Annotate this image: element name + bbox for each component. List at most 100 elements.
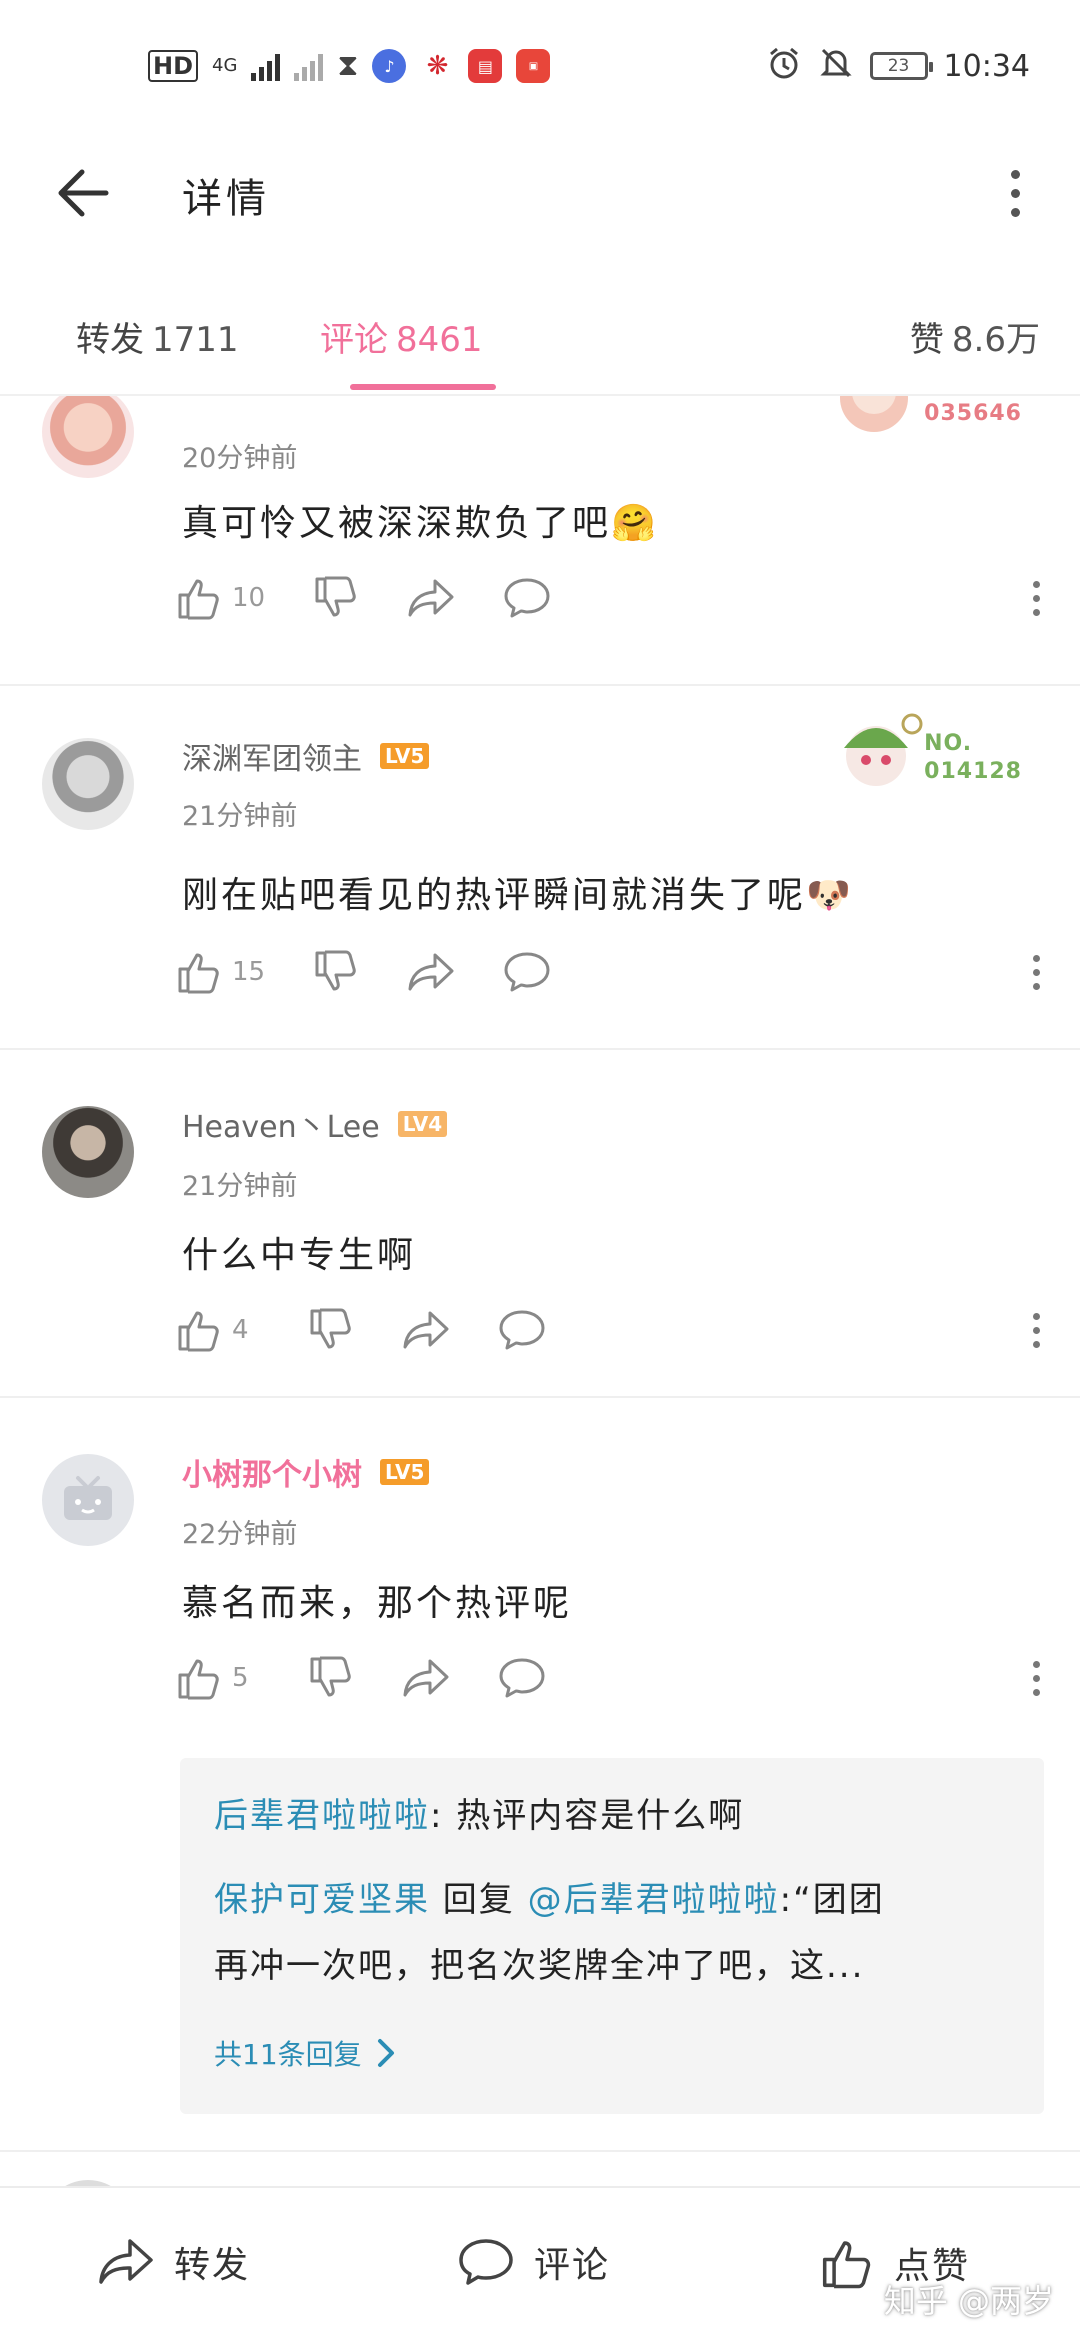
speech-bubble-icon (499, 1658, 545, 1698)
like-count: 15 (232, 957, 266, 987)
like-button[interactable]: 5 (176, 1648, 260, 1708)
reply-item[interactable]: 后辈君啦啦啦: 热评内容是什么啊 (214, 1788, 744, 1837)
thumbs-up-icon (178, 1311, 219, 1352)
comment-more-button[interactable] (1016, 1648, 1056, 1708)
like-button[interactable]: 10 (176, 568, 265, 628)
more-dot (1032, 954, 1040, 962)
tab-forward[interactable]: 转发 1711 (76, 312, 239, 361)
battery-icon: 23 (869, 52, 933, 80)
more-dot (1032, 1674, 1040, 1682)
active-tab-indicator (350, 384, 496, 390)
like-button[interactable]: 4 (176, 1300, 260, 1360)
tab-like-label: 赞 (909, 320, 944, 360)
comment-actions: 5 (176, 1648, 1056, 1708)
watermark: 知乎 @两岁 (883, 2282, 1054, 2320)
comment-time: 22分钟前 (182, 1519, 298, 1550)
page-title: 详情 (182, 176, 270, 222)
tab-like-count: 8.6万 (951, 320, 1040, 360)
title-bar: 详情 (0, 130, 1080, 250)
signal-2-icon (294, 51, 324, 81)
reply-mention[interactable]: @后辈君啦啦啦 (528, 1880, 780, 1920)
more-dot (1032, 1660, 1040, 1668)
fan-badge: NO. 014128 (832, 704, 1022, 796)
dislike-button[interactable] (313, 568, 359, 628)
forward-button[interactable]: 转发 (98, 2236, 250, 2288)
comment-time: 21分钟前 (182, 1171, 298, 1202)
thumbs-down-icon (315, 576, 356, 617)
signal-icon (251, 51, 281, 81)
comment-button[interactable]: 评论 (458, 2236, 610, 2288)
tab-like[interactable]: 赞 8.6万 (910, 312, 1040, 361)
avatar[interactable] (42, 396, 134, 478)
badge-number-value: 035646 (924, 401, 1022, 426)
comment-actions: 15 (176, 942, 1056, 1002)
tab-comment[interactable]: 评论 8461 (320, 312, 483, 361)
avatar[interactable] (42, 1454, 134, 1546)
badge-character-icon (844, 713, 923, 786)
reply-item[interactable]: 保护可爱坚果 回复 @后辈君啦啦啦:“团团 (214, 1872, 885, 1921)
badge-number: 035646 (924, 400, 1022, 428)
share-icon (403, 1659, 449, 1697)
thumbs-down-icon (315, 950, 356, 991)
tab-comment-label: 评论 (320, 320, 388, 360)
status-bar: HD 4G ⧗ ♪ ❋ ▤ ▣ 23 10:34 (0, 0, 1080, 130)
more-dot (1032, 580, 1040, 588)
more-dot (1032, 1340, 1040, 1348)
thumbs-up-icon (822, 2241, 871, 2289)
back-button[interactable] (50, 160, 116, 226)
comment-username-row: 深渊军团领主 LV5 (182, 734, 430, 778)
speech-bubble-icon (499, 1310, 545, 1350)
speech-bubble-icon (459, 2239, 513, 2285)
dislike-button[interactable] (313, 942, 359, 1002)
reply-preview-box[interactable]: 后辈君啦啦啦: 热评内容是什么啊 保护可爱坚果 回复 @后辈君啦啦啦:“团团 再… (180, 1758, 1044, 2114)
comment-text: 真可怜又被深深欺负了吧🤗 (182, 503, 659, 544)
badge-number: NO. 014128 (924, 730, 1022, 786)
reply-username[interactable]: 后辈君啦啦啦 (214, 1796, 430, 1836)
reply-button[interactable] (503, 942, 551, 1002)
reply-button[interactable] (498, 1648, 546, 1708)
view-all-replies-link[interactable]: 共11条回复 (214, 2033, 396, 2073)
comment-time: 21分钟前 (182, 801, 298, 832)
more-dot (1032, 594, 1040, 602)
comment-item: 深渊军团领主 LV5 21分钟前 NO. 014128 刚在贴吧看见的热评瞬间就消… (0, 688, 1080, 1050)
comment-more-button[interactable] (1016, 568, 1056, 628)
reply-text: : 热评内容是什么啊 (430, 1796, 745, 1836)
more-dot (1032, 982, 1040, 990)
reply-button[interactable] (498, 1300, 546, 1360)
badge-number-value: 014128 (924, 759, 1022, 784)
share-button[interactable] (402, 1648, 450, 1708)
reply-username[interactable]: 保护可爱坚果 (214, 1880, 430, 1920)
comment-item (0, 2152, 1080, 2186)
reply-item-line2: 再冲一次吧，把名次奖牌全冲了吧，这... (214, 1946, 865, 1986)
share-button[interactable] (407, 568, 455, 628)
thumbs-up-icon (178, 953, 219, 994)
dislike-button[interactable] (308, 1648, 354, 1708)
comment-more-button[interactable] (1016, 942, 1056, 1002)
dislike-button[interactable] (308, 1300, 354, 1360)
badge-no-label: NO. (924, 731, 973, 756)
share-icon (99, 2239, 153, 2284)
huawei-appgallery-icon: ▣ (516, 49, 551, 83)
timer-icon: ⧗ (337, 48, 359, 83)
music-icon: ♪ (372, 49, 407, 83)
view-all-replies-label: 共11条回复 (214, 2038, 362, 2071)
mute-icon (818, 45, 854, 87)
hd-indicator: HD (148, 50, 199, 82)
more-options-button[interactable] (990, 160, 1040, 226)
reply-button[interactable] (503, 568, 551, 628)
comment-username[interactable]: 小树那个小树 (182, 1450, 362, 1494)
avatar[interactable] (42, 738, 134, 830)
share-icon (408, 953, 454, 991)
comment-list[interactable]: 20分钟前 035646 真可怜又被深深欺负了吧🤗 10 深渊军团领主 LV5 … (0, 396, 1080, 2186)
avatar[interactable] (42, 1106, 134, 1198)
more-dot (1032, 1688, 1040, 1696)
comment-username[interactable]: Heaven丶Lee (182, 1102, 380, 1146)
share-button[interactable] (407, 942, 455, 1002)
comment-time: 20分钟前 (182, 443, 298, 474)
like-button[interactable]: 15 (176, 942, 265, 1002)
comment-username[interactable]: 深渊军团领主 (182, 734, 362, 778)
comment-more-button[interactable] (1016, 1300, 1056, 1360)
share-button[interactable] (402, 1300, 450, 1360)
more-dot (1032, 1326, 1040, 1334)
clock: 10:34 (943, 48, 1030, 84)
